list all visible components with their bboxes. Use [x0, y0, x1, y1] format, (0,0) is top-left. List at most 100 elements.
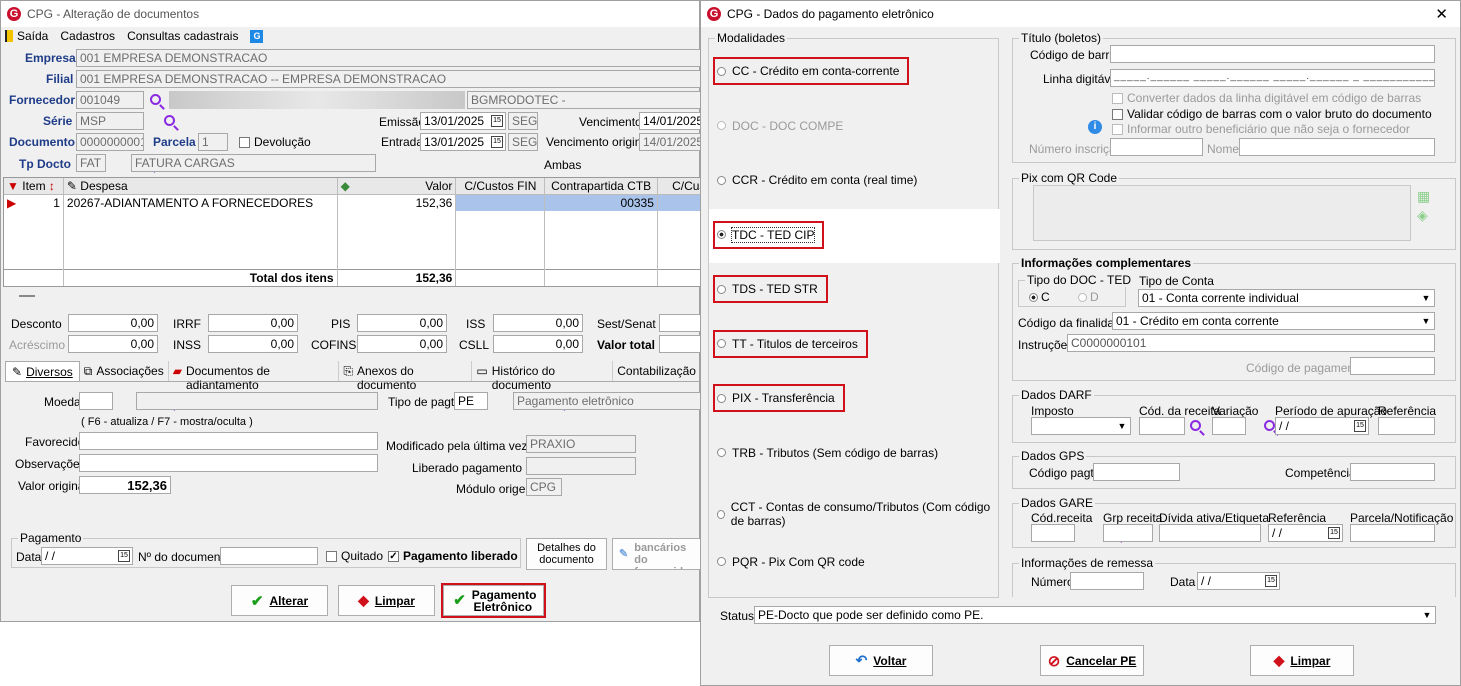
fornecedor-field[interactable]: 001049	[76, 91, 144, 109]
items-grid[interactable]: ▼ Item ↕ ✎ Despesa ◆ Valor C/Custos FIN C…	[3, 177, 701, 287]
pag-liberado-checkbox[interactable]: ✓ Pagamento liberado	[388, 549, 518, 563]
modalidade-option[interactable]: TT - Titulos de terceiros	[709, 318, 1000, 372]
tipo-c-radio[interactable]: C	[1029, 290, 1050, 304]
modalidade-option[interactable]: TDC - TED CIP	[709, 208, 1000, 263]
darf-imposto-select[interactable]: ▼	[1031, 417, 1131, 435]
calendar-icon[interactable]: 15	[491, 115, 503, 127]
calendar-icon[interactable]: 15	[1328, 527, 1340, 539]
calendar-icon[interactable]: 15	[118, 550, 130, 562]
search-variacao-icon[interactable]	[1264, 420, 1276, 431]
darf-referencia-field[interactable]	[1378, 417, 1435, 435]
emissao-field[interactable]: 13/01/2025 15	[420, 112, 506, 130]
pagamento-eletronico-button[interactable]: ✔ Pagamento Eletrônico	[441, 583, 546, 618]
irrf-field[interactable]: 0,00	[208, 314, 298, 332]
tpdocto-field[interactable]: FAT	[76, 154, 106, 172]
search-serie-icon[interactable]	[164, 115, 176, 126]
serie-field[interactable]: MSP	[76, 112, 144, 130]
nome-field[interactable]	[1239, 138, 1435, 156]
filial-field[interactable]: 001 EMPRESA DEMONSTRACAO -- EMPRESA DEMO…	[76, 70, 701, 88]
detalhes-button[interactable]: Detalhes do documento	[526, 538, 607, 570]
calendar-icon[interactable]: 15	[1265, 575, 1277, 587]
modalidade-option[interactable]: TRB - Tributos (Sem código de barras)	[709, 427, 1000, 481]
inss-field[interactable]: 0,00	[208, 335, 298, 353]
desconto-field[interactable]: 0,00	[68, 314, 158, 332]
competencia-field[interactable]	[1350, 463, 1435, 481]
validar-checkbox[interactable]: Validar código de barras com o valor bru…	[1112, 107, 1432, 121]
observacoes-field[interactable]	[79, 454, 378, 472]
limpar-dialog-button[interactable]: ◆ Limpar	[1250, 645, 1354, 676]
gare-receita-field[interactable]	[1031, 524, 1075, 542]
limpar-button[interactable]: ◆ Limpar	[338, 585, 435, 616]
numero-inscricao-field[interactable]	[1110, 138, 1203, 156]
tab-historico[interactable]: ▭ Histórico do documento	[472, 361, 614, 392]
iss-field[interactable]: 0,00	[493, 314, 583, 332]
gare-grp-field[interactable]	[1103, 524, 1153, 542]
documento-field[interactable]: 0000000001	[76, 133, 144, 151]
vencimento-field[interactable]: 14/01/2025	[639, 112, 701, 130]
acrescimo-field[interactable]: 0,00	[68, 335, 158, 353]
table-row[interactable]: ▶ 1 20267-ADIANTAMENTO A FORNECEDORES 152…	[4, 194, 700, 211]
ndoc-field[interactable]	[220, 547, 318, 565]
tab-diversos[interactable]: ✎ Diversos	[5, 361, 80, 381]
favorecido-field[interactable]	[79, 432, 378, 450]
modalidade-option[interactable]: CCR - Crédito em conta (real time)	[709, 154, 1000, 208]
sest-field[interactable]	[659, 314, 701, 332]
menu-consultas[interactable]: Consultas cadastrais	[127, 29, 238, 43]
modalidade-option[interactable]: TDS - TED STR	[709, 263, 1000, 317]
alterar-button[interactable]: ✔ Alterar	[231, 585, 328, 616]
codigo-pagamento-field[interactable]	[1350, 357, 1435, 375]
cofins-field[interactable]: 0,00	[357, 335, 447, 353]
parcela-field[interactable]: 1	[198, 133, 228, 151]
qr-code-icon[interactable]: ▦	[1417, 188, 1430, 205]
codigo-pagto-field[interactable]	[1093, 463, 1180, 481]
csll-field[interactable]: 0,00	[493, 335, 583, 353]
calendar-icon[interactable]: 15	[491, 136, 503, 148]
voltar-button[interactable]: ↶ Voltar	[829, 645, 933, 676]
tipo-conta-select[interactable]: 01 - Conta corrente individual ▼	[1138, 289, 1435, 307]
search-receita-icon[interactable]	[1190, 420, 1201, 431]
darf-variacao-field[interactable]	[1212, 417, 1246, 435]
empresa-field[interactable]: 001 EMPRESA DEMONSTRACAO	[76, 49, 701, 67]
data-remessa-label: Data	[1170, 575, 1196, 589]
moeda-field[interactable]	[79, 392, 113, 410]
pis-field[interactable]: 0,00	[357, 314, 447, 332]
gare-referencia-field[interactable]: / /15	[1268, 524, 1343, 542]
darf-periodo-field[interactable]: / /15	[1275, 417, 1369, 435]
history-icon: ▭	[476, 364, 488, 378]
tipo-pagto-field[interactable]: PE	[454, 392, 488, 410]
quitado-checkbox[interactable]: Quitado	[326, 549, 383, 563]
entrada-field[interactable]: 13/01/2025 15	[420, 133, 506, 151]
modalidade-option[interactable]: PQR - Pix Com QR code	[709, 536, 1000, 590]
menu-saida[interactable]: Saída	[5, 29, 48, 43]
codigo-finalidade-select[interactable]: 01 - Crédito em conta corrente ▼	[1112, 312, 1435, 330]
numero-field[interactable]	[1070, 572, 1144, 590]
dialog-titlebar: G CPG - Dados do pagamento eletrônico ✕	[701, 1, 1460, 27]
calendar-icon[interactable]: 15	[1354, 420, 1366, 432]
tab-adiantamento[interactable]: ▰ Documentos de adiantamento	[169, 361, 340, 392]
tab-anexos[interactable]: ⎘ Anexos do documento	[339, 361, 473, 392]
linha-digitavel-field[interactable]: _____.______ _____.______ _____.______ _…	[1110, 69, 1435, 87]
grid-splitter[interactable]	[19, 295, 35, 297]
search-fornecedor-icon[interactable]	[150, 94, 161, 105]
darf-receita-field[interactable]	[1139, 417, 1185, 435]
instrucoes-field[interactable]: C0000000101	[1067, 334, 1435, 352]
tab-contabilizacao[interactable]: Contabilização	[613, 361, 701, 381]
tab-associacoes[interactable]: ⧉ Associações	[80, 361, 169, 381]
gare-parcela-field[interactable]	[1350, 524, 1435, 542]
gare-divida-field[interactable]	[1159, 524, 1261, 542]
codigo-barras-field[interactable]	[1110, 45, 1435, 63]
data-pag-field[interactable]: / /15	[41, 547, 133, 565]
status-select[interactable]: PE-Docto que pode ser definido como PE. ▼	[754, 606, 1436, 624]
modalidade-option[interactable]: CC - Crédito em conta-corrente	[709, 45, 1000, 99]
close-icon[interactable]: ✕	[1435, 5, 1448, 23]
modalidade-option[interactable]: PIX - Transferência	[709, 372, 1000, 426]
devolucao-checkbox[interactable]: Devolução	[239, 135, 311, 149]
menu-cadastros[interactable]: Cadastros	[60, 29, 115, 43]
valor-original-field[interactable]: 152,36	[79, 476, 171, 494]
data-remessa-field[interactable]: / /15	[1197, 572, 1280, 590]
tag-icon[interactable]: ◈	[1417, 207, 1428, 224]
modalidade-option[interactable]: CCT - Contas de consumo/Tributos (Com có…	[709, 481, 1000, 535]
cancelar-pe-button[interactable]: ⊘ Cancelar PE	[1040, 645, 1144, 676]
info-icon[interactable]: i	[1088, 120, 1102, 134]
help-icon[interactable]: G	[250, 29, 264, 43]
